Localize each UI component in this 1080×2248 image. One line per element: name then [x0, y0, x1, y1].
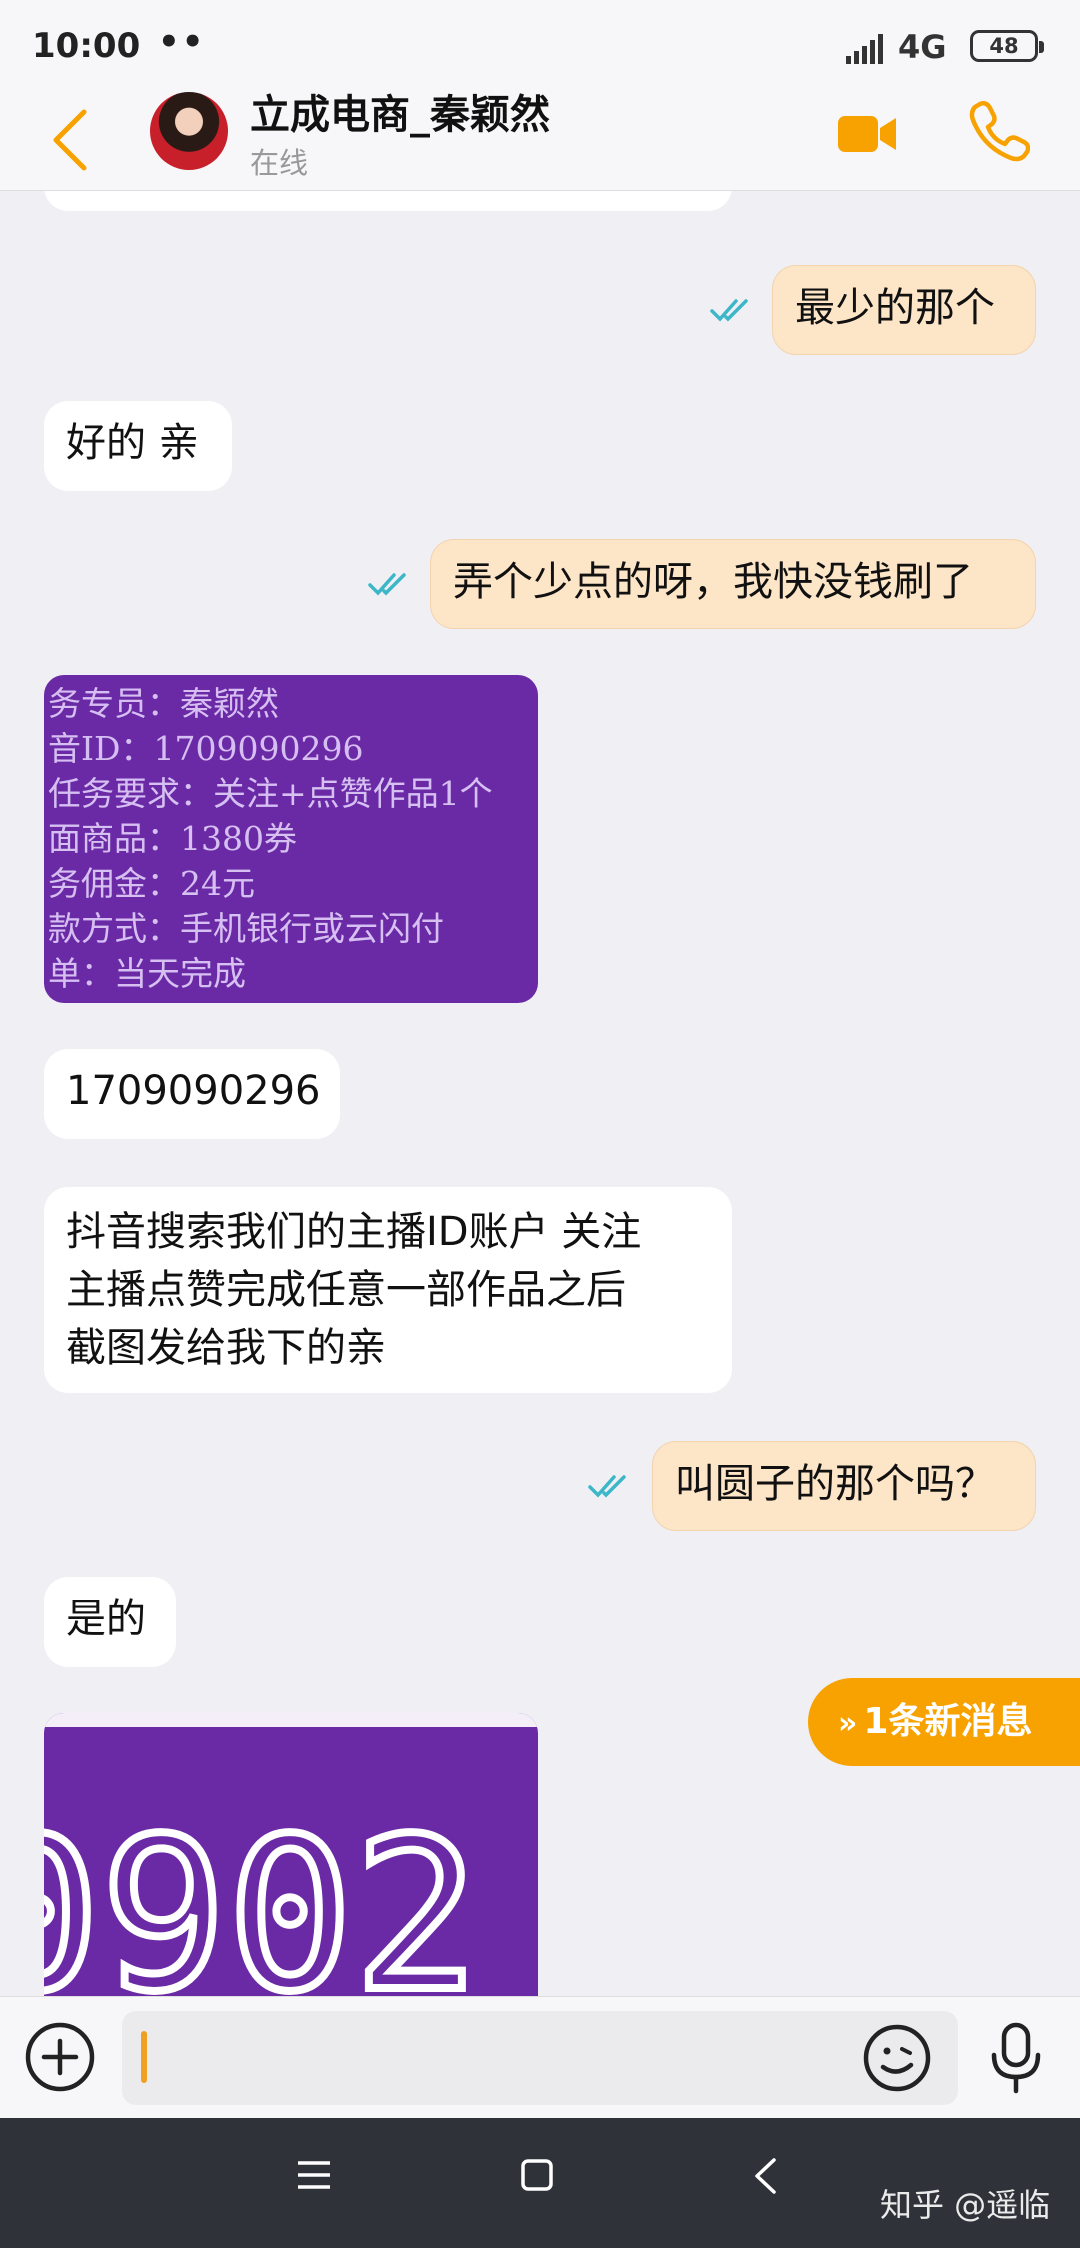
message-bubble-incoming[interactable]: 抖音搜索我们的主播ID账户 关注 主播点赞完成任意一部作品之后 截图发给我下的亲: [44, 1187, 732, 1393]
message-input-bar: [0, 1996, 1080, 2119]
text-caret: [141, 2031, 147, 2083]
emoji-button[interactable]: [862, 2023, 932, 2093]
image-text-line: 面商品：1380券: [48, 819, 297, 858]
watermark: 知乎 @遥临: [880, 2186, 1051, 2224]
new-message-indicator[interactable]: » 1条新消息: [808, 1678, 1080, 1766]
message-image[interactable]: 0902: [44, 1713, 538, 1996]
image-text-line: 务专员：秦颖然: [48, 684, 279, 723]
chat-header: 立成电商_秦颖然 在线: [0, 90, 1080, 191]
read-receipt-icon: [588, 1475, 626, 1498]
message-bubble-outgoing[interactable]: 叫圆子的那个吗？: [652, 1441, 1036, 1531]
add-attachment-button[interactable]: [24, 2021, 96, 2093]
recent-apps-button[interactable]: [296, 2158, 332, 2192]
message-bubble-incoming[interactable]: 1709090296: [44, 1049, 340, 1139]
status-notification-dots: ••: [158, 22, 206, 62]
image-text-line: 单：当天完成: [48, 954, 246, 993]
image-text-line: 音ID：1709090296: [48, 729, 364, 768]
status-time: 10:00: [32, 26, 141, 66]
status-bar: 10:00 •• 4G 48: [0, 0, 1080, 90]
system-navigation-bar: 知乎 @遥临: [0, 2118, 1080, 2248]
message-bubble-incoming[interactable]: 是的: [44, 1577, 176, 1667]
home-button[interactable]: [520, 2158, 554, 2192]
avatar[interactable]: [150, 92, 228, 170]
image-large-number: 0902: [44, 1789, 484, 1996]
signal-icon: [846, 34, 883, 64]
double-chevron-down-icon: »: [838, 1706, 858, 1741]
video-call-button[interactable]: [836, 102, 900, 166]
nav-back-button[interactable]: [752, 2156, 778, 2196]
message-bubble-outgoing[interactable]: 弄个少点的呀，我快没钱刷了: [430, 539, 1036, 629]
phone-call-button[interactable]: [966, 98, 1030, 162]
image-text-block: 务专员：秦颖然 音ID：1709090296 任务要求：关注+点赞作品1个 面商…: [44, 681, 538, 996]
message-input[interactable]: [122, 2011, 958, 2105]
read-receipt-icon: [368, 573, 406, 596]
message-image[interactable]: 务专员：秦颖然 音ID：1709090296 任务要求：关注+点赞作品1个 面商…: [44, 675, 538, 1003]
voice-input-button[interactable]: [986, 2021, 1046, 2095]
new-message-label: 1条新消息: [863, 1701, 1033, 1742]
contact-name[interactable]: 立成电商_秦颖然: [250, 82, 550, 140]
message-bubble-incoming-cutoff[interactable]: [44, 191, 732, 211]
chat-message-list[interactable]: 最少的那个 好的 亲 弄个少点的呀，我快没钱刷了 务专员：秦颖然 音ID：170…: [0, 191, 1080, 1996]
image-text-line: 款方式：手机银行或云闪付: [48, 909, 444, 948]
image-text-line: 任务要求：关注+点赞作品1个: [48, 774, 493, 813]
back-button[interactable]: [44, 102, 104, 178]
message-line: 主播点赞完成任意一部作品之后: [66, 1267, 626, 1313]
battery-level: 48: [989, 34, 1019, 58]
message-bubble-outgoing[interactable]: 最少的那个: [772, 265, 1036, 355]
message-line: 截图发给我下的亲: [66, 1325, 386, 1371]
image-text-line: 务佣金：24元: [48, 864, 255, 903]
contact-status: 在线: [250, 146, 309, 180]
network-type: 4G: [898, 28, 947, 66]
battery-icon: 48: [970, 30, 1044, 62]
read-receipt-icon: [710, 299, 748, 322]
message-line: 抖音搜索我们的主播ID账户 关注: [66, 1209, 642, 1255]
message-bubble-incoming[interactable]: 好的 亲: [44, 401, 232, 491]
image-top-edge: [44, 1713, 538, 1727]
